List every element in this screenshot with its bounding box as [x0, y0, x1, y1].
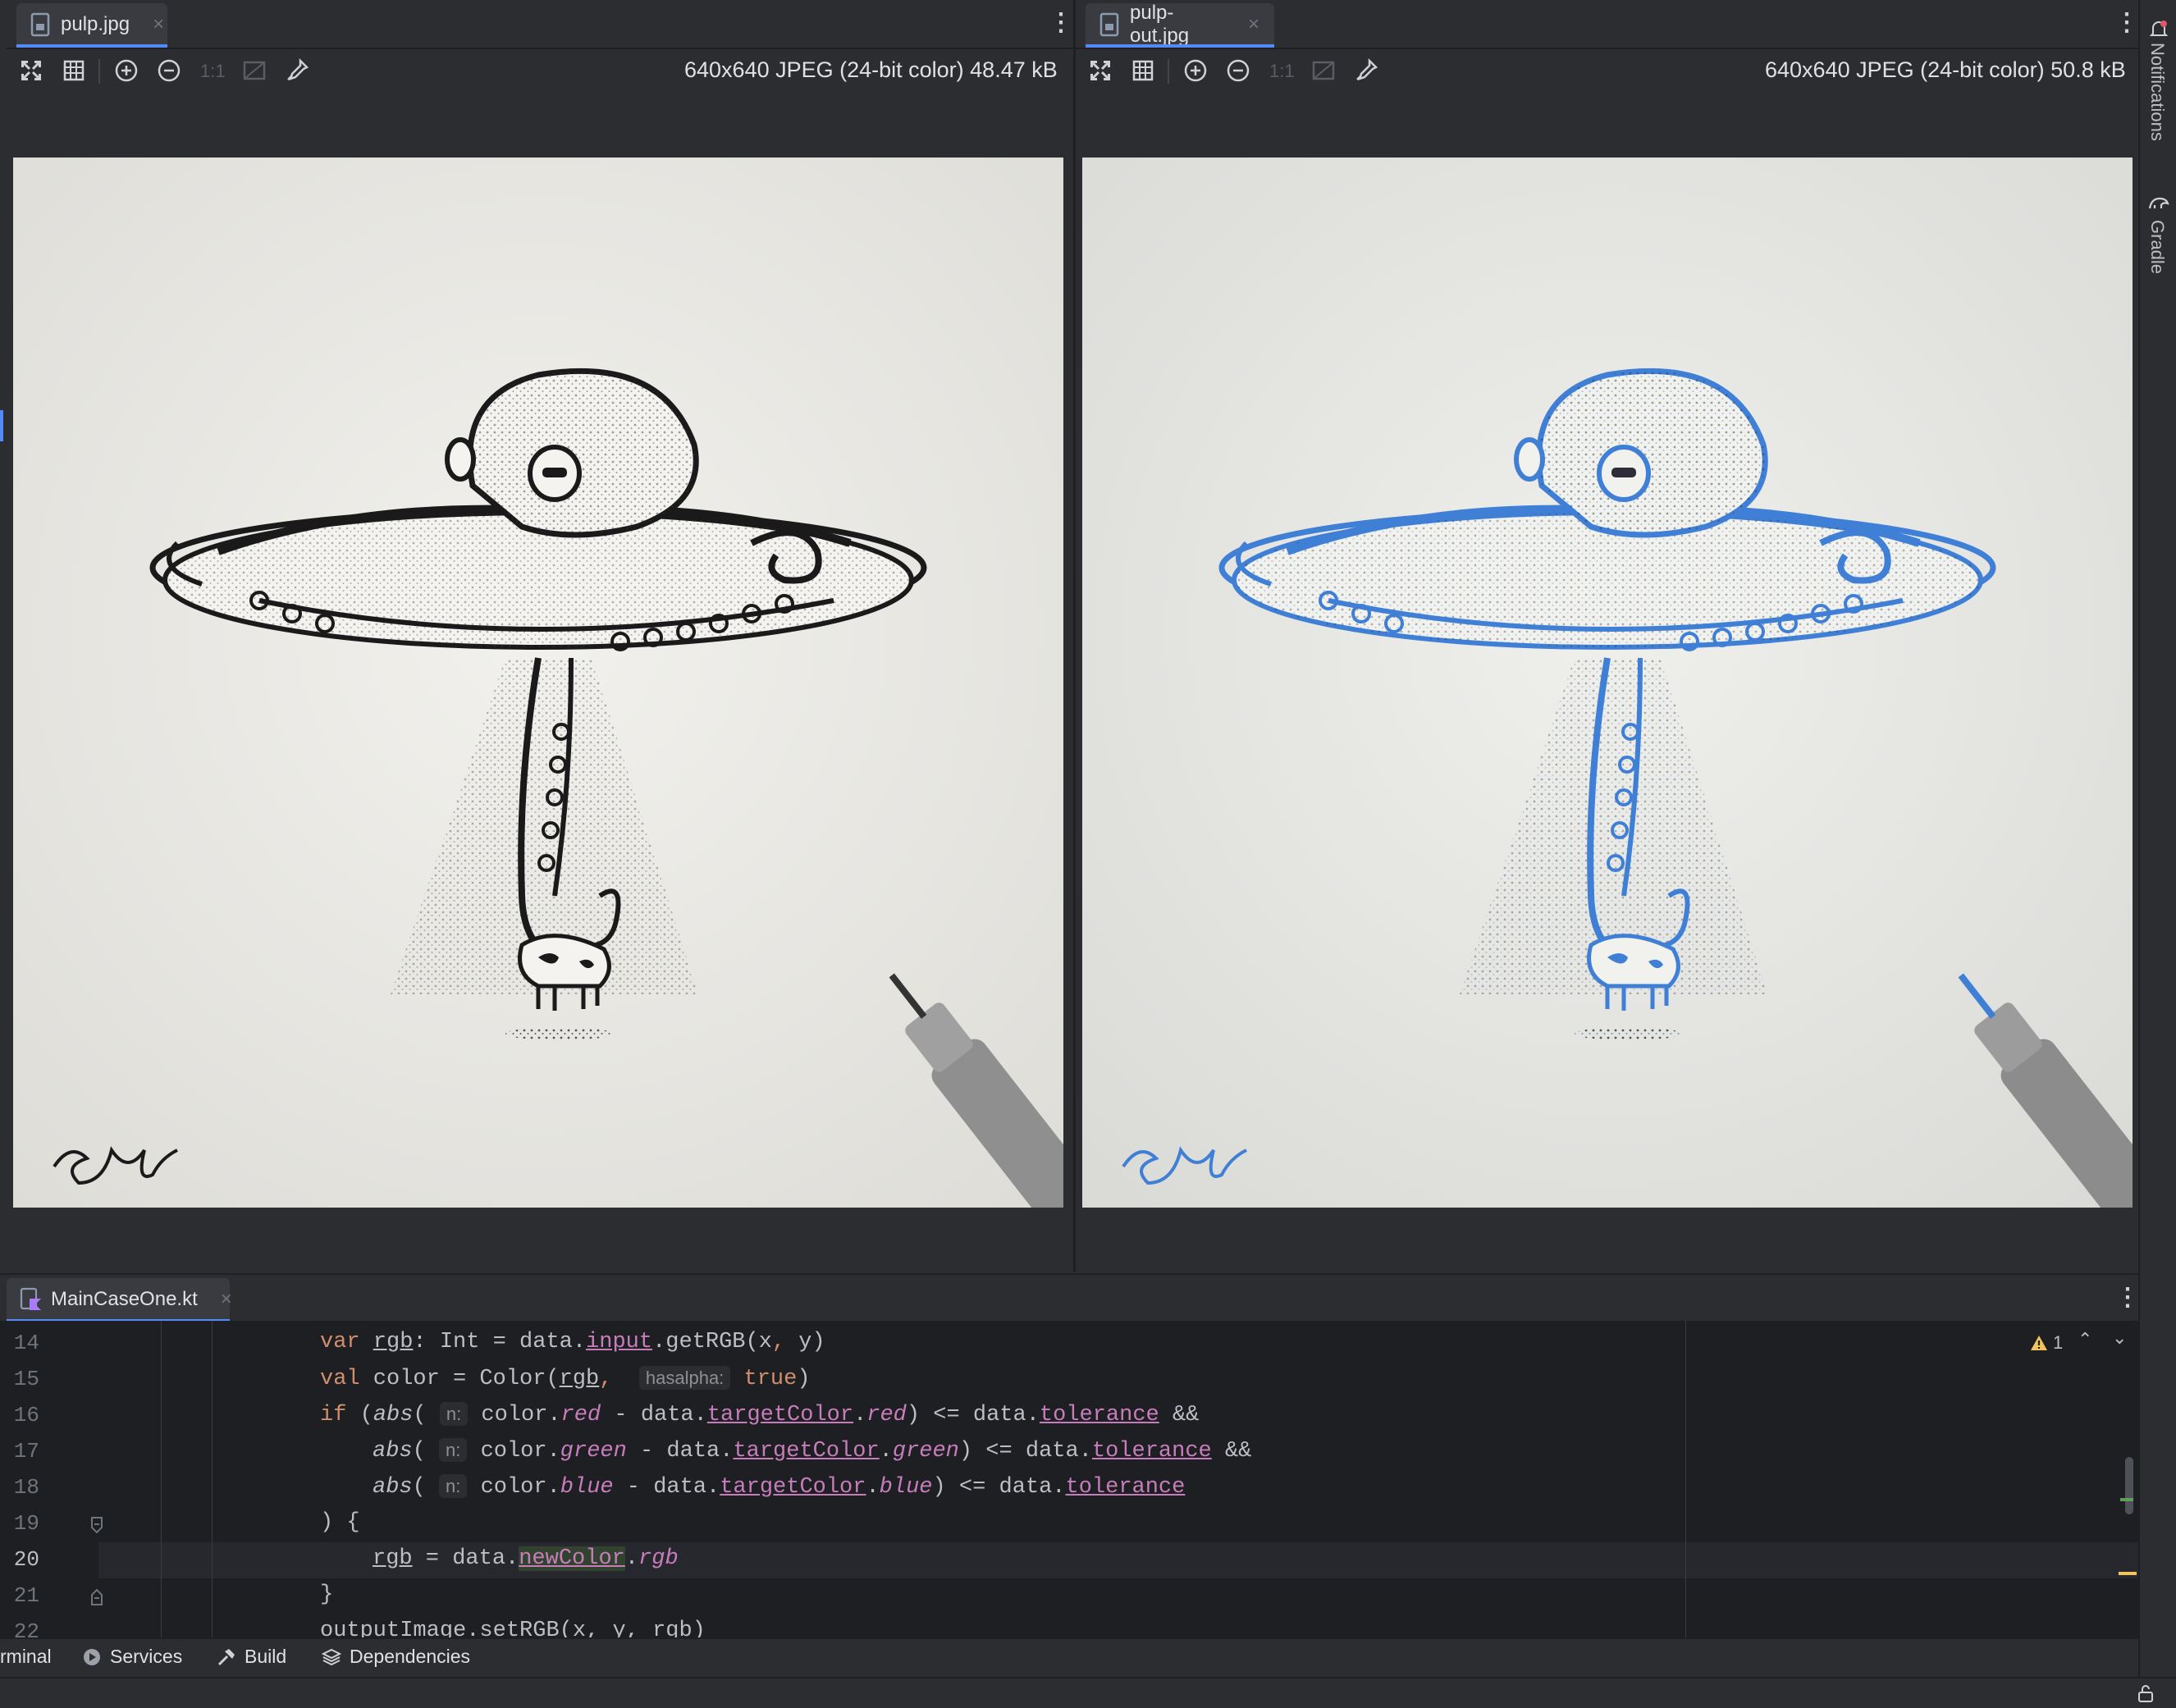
- line-number: 19: [13, 1511, 39, 1536]
- octopus-ufo-drawing-recolored: [1082, 158, 2133, 1208]
- build-tool-button[interactable]: Build: [217, 1646, 286, 1668]
- fold-marker-icon[interactable]: [90, 1588, 103, 1606]
- bottom-tool-bar: rminal Services Build Dependencies: [0, 1637, 2138, 1678]
- code-line-20: rgb = data.newColor.rgb: [373, 1546, 679, 1571]
- grid-icon[interactable]: [1130, 57, 1156, 84]
- line-number-gutter: 14 15 16 17 18 19 20 21 22: [0, 1321, 103, 1637]
- vertical-scrollbar[interactable]: [2125, 1457, 2133, 1514]
- actual-size-button[interactable]: 1:1: [200, 61, 226, 82]
- line-number: 21: [13, 1583, 39, 1608]
- code-line-18: abs( n: color.blue - data.targetColor.bl…: [373, 1474, 1186, 1500]
- code-line-19: ) {: [320, 1510, 360, 1535]
- tab-label: MainCaseOne.kt: [51, 1288, 198, 1310]
- editor-tab-bar: MainCaseOne.kt × ⋮: [0, 1273, 2140, 1322]
- close-tab-icon[interactable]: ×: [221, 1288, 232, 1311]
- next-highlight-icon[interactable]: ⌄: [2112, 1327, 2127, 1349]
- color-picker-icon[interactable]: [1353, 57, 1379, 84]
- tab-label: pulp.jpg: [61, 13, 130, 35]
- fit-to-window-icon[interactable]: [18, 57, 44, 84]
- services-icon: [84, 1648, 100, 1665]
- inspections-widget[interactable]: 1: [2030, 1332, 2063, 1354]
- more-options-icon[interactable]: ⋮: [1049, 10, 1073, 38]
- tab-maincaseone-kt[interactable]: MainCaseOne.kt ×: [7, 1278, 232, 1321]
- right-tab-bar: pulp-out.jpg × ⋮: [1076, 0, 2139, 49]
- image-info-label: 640x640 JPEG (24-bit color) 50.8 kB: [1765, 57, 2126, 82]
- hammer-icon: [217, 1648, 235, 1665]
- inlay-hint: n:: [439, 1438, 468, 1462]
- active-tab-indicator: [16, 44, 167, 48]
- toolbar-separator: [1168, 59, 1169, 84]
- inlay-hint: n:: [439, 1402, 469, 1426]
- zoom-out-icon[interactable]: [1225, 57, 1251, 84]
- inlay-hint: n:: [439, 1474, 468, 1498]
- line-number: 17: [13, 1439, 39, 1464]
- tab-pulp-jpg[interactable]: pulp.jpg ×: [16, 3, 167, 46]
- fold-marker-icon[interactable]: [90, 1516, 103, 1534]
- close-tab-icon[interactable]: ×: [1248, 13, 1259, 36]
- more-options-icon[interactable]: ⋮: [2115, 1285, 2140, 1313]
- right-margin-guide: [1685, 1321, 1686, 1637]
- services-tool-button[interactable]: Services: [82, 1646, 182, 1668]
- active-tab-indicator: [1086, 44, 1274, 48]
- background-icon[interactable]: [241, 57, 267, 84]
- line-number: 14: [13, 1331, 39, 1355]
- code-line-22: outputImage.setRGB(x, y, rgb): [320, 1619, 706, 1637]
- code-line-14: var rgb: Int = data.input.getRGB(x, y): [320, 1330, 825, 1354]
- grid-icon[interactable]: [61, 57, 87, 84]
- image-pane-right: pulp-out.jpg × ⋮ 1:1 640x640 JPEG (24-bi…: [1076, 0, 2139, 1272]
- bell-icon[interactable]: [2150, 20, 2168, 39]
- lock-icon[interactable]: [2137, 1683, 2155, 1703]
- line-number: 18: [13, 1475, 39, 1500]
- previous-highlight-icon[interactable]: ⌃: [2078, 1329, 2092, 1350]
- notifications-tool-button[interactable]: Notifications: [2146, 43, 2168, 141]
- left-gutter-marker: [0, 410, 3, 441]
- tab-label: pulp-out.jpg: [1130, 2, 1190, 47]
- warning-marker[interactable]: [2119, 1572, 2137, 1575]
- zoom-in-icon[interactable]: [1182, 57, 1209, 84]
- line-number: 15: [13, 1367, 39, 1391]
- code-editor[interactable]: 14 15 16 17 18 19 20 21 22 var rgb: Int …: [0, 1321, 2138, 1637]
- more-options-icon[interactable]: ⋮: [2114, 10, 2139, 38]
- warning-icon: [2031, 1336, 2047, 1350]
- zoom-in-icon[interactable]: [113, 57, 139, 84]
- warning-count: 1: [2053, 1332, 2064, 1353]
- code-line-16: if (abs( n: color.red - data.targetColor…: [320, 1402, 1200, 1427]
- indent-guide: [161, 1321, 162, 1637]
- actual-size-button[interactable]: 1:1: [1269, 61, 1295, 82]
- color-picker-icon[interactable]: [284, 57, 310, 84]
- layers-icon: [322, 1648, 341, 1665]
- image-canvas-pulp: [13, 158, 1063, 1208]
- image-canvas-pulp-out: [1082, 158, 2133, 1208]
- dependencies-tool-button[interactable]: Dependencies: [322, 1646, 470, 1668]
- octopus-ufo-drawing: [13, 158, 1063, 1208]
- change-marker: [2120, 1498, 2133, 1501]
- zoom-out-icon[interactable]: [156, 57, 182, 84]
- gradle-tool-button[interactable]: Gradle: [2146, 220, 2168, 274]
- gradle-icon[interactable]: [2148, 194, 2169, 212]
- close-tab-icon[interactable]: ×: [153, 13, 164, 36]
- image-pane-left: pulp.jpg × ⋮ 1:1 640x640 JPEG (24-bit co…: [7, 0, 1073, 1272]
- image-file-icon: [30, 12, 50, 37]
- line-number: 22: [13, 1619, 39, 1637]
- tab-pulp-out-jpg[interactable]: pulp-out.jpg ×: [1086, 2, 1274, 47]
- image-file-icon: [1099, 12, 1119, 37]
- line-number: 16: [13, 1403, 39, 1427]
- image-info-label: 640x640 JPEG (24-bit color) 48.47 kB: [684, 57, 1058, 82]
- toolbar-separator: [98, 59, 100, 84]
- status-bar: [0, 1677, 2176, 1708]
- code-line-15: val color = Color(rgb, hasalpha: true): [320, 1366, 811, 1391]
- fit-to-window-icon[interactable]: [1087, 57, 1113, 84]
- kotlin-file-icon: [20, 1287, 41, 1310]
- left-tab-bar: pulp.jpg × ⋮: [7, 0, 1073, 49]
- inlay-hint: hasalpha:: [638, 1366, 731, 1390]
- terminal-tool-button[interactable]: rminal: [0, 1646, 52, 1668]
- background-icon[interactable]: [1310, 57, 1337, 84]
- code-line-17: abs( n: color.green - data.targetColor.g…: [373, 1438, 1252, 1464]
- right-tool-strip: Notifications Gradle: [2138, 0, 2176, 1706]
- line-number-current: 20: [13, 1547, 39, 1572]
- code-line-21: }: [320, 1582, 334, 1607]
- indent-guide: [212, 1321, 213, 1637]
